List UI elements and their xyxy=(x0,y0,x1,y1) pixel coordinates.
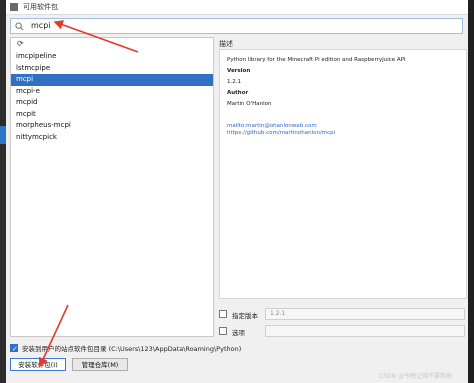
annotation-arrows xyxy=(38,20,139,368)
arrow-to-search xyxy=(53,20,139,53)
arrow-to-install-button xyxy=(38,304,69,368)
